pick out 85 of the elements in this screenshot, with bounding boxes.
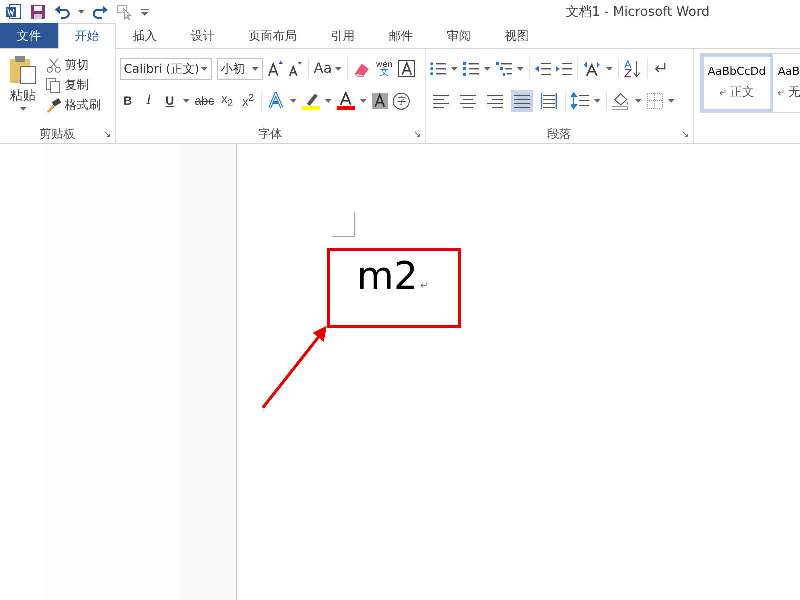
character-shading-icon[interactable] bbox=[372, 93, 388, 109]
caret-icon[interactable] bbox=[20, 107, 26, 111]
dialog-launcher-icon[interactable] bbox=[682, 131, 689, 138]
caret-icon[interactable] bbox=[201, 67, 208, 71]
ribbon-tab[interactable]: 审阅 bbox=[430, 23, 488, 48]
dialog-launcher-icon[interactable] bbox=[104, 131, 111, 138]
format-button[interactable]: B bbox=[120, 94, 136, 108]
paragraph-mark: ↵ bbox=[420, 281, 429, 292]
font-name-field[interactable]: Calibri (正文) bbox=[120, 58, 212, 80]
undo-icon[interactable] bbox=[54, 4, 70, 20]
multilevel-list-icon[interactable] bbox=[496, 61, 512, 77]
highlighter-icon[interactable] bbox=[302, 92, 320, 110]
ribbon-tab[interactable]: 邮件 bbox=[372, 23, 430, 48]
group-label: 剪贴板 bbox=[40, 126, 76, 142]
caret-icon[interactable] bbox=[78, 10, 85, 14]
cut-button[interactable]: 剪切 bbox=[46, 57, 101, 74]
caret-icon[interactable] bbox=[635, 99, 642, 103]
caret-icon[interactable] bbox=[517, 67, 524, 71]
text-effects-icon[interactable] bbox=[267, 92, 286, 110]
caret-icon[interactable] bbox=[183, 99, 190, 103]
sort-icon[interactable] bbox=[624, 60, 642, 78]
style-gallery-item[interactable]: AaB ↵ 无 bbox=[773, 54, 800, 112]
format-button[interactable]: abc bbox=[195, 94, 214, 108]
brush-icon bbox=[46, 98, 62, 114]
numbering-icon[interactable] bbox=[463, 61, 479, 77]
dialog-launcher-icon[interactable] bbox=[414, 131, 421, 138]
line-spacing-icon[interactable] bbox=[571, 92, 589, 110]
redo-icon[interactable] bbox=[93, 4, 109, 20]
decrease-indent-icon[interactable] bbox=[535, 61, 551, 77]
ribbon-tab[interactable]: 设计 bbox=[174, 23, 232, 48]
document-text: m2↵ bbox=[357, 254, 429, 298]
grow-font-icon[interactable] bbox=[268, 61, 284, 77]
caret-icon[interactable] bbox=[451, 67, 458, 71]
paste-button[interactable]: 粘贴 bbox=[4, 53, 42, 125]
paragraph-mark: ↵ bbox=[778, 89, 786, 99]
shrink-font-icon[interactable] bbox=[289, 61, 303, 77]
clipboard-icon bbox=[9, 55, 37, 85]
caret-icon[interactable] bbox=[325, 99, 332, 103]
style-name: 正文 bbox=[730, 85, 754, 99]
group-label: 字体 bbox=[258, 126, 282, 142]
font-size-field[interactable]: 小初 bbox=[217, 58, 263, 80]
scissors-icon bbox=[46, 58, 62, 74]
caret-icon[interactable] bbox=[335, 67, 342, 71]
caret-icon[interactable] bbox=[606, 67, 613, 71]
paragraph-mark: ↵ bbox=[720, 89, 728, 99]
save-icon[interactable] bbox=[30, 4, 46, 20]
margin-corner-mark bbox=[332, 212, 355, 237]
paint-bucket-icon[interactable] bbox=[612, 92, 630, 110]
style-name: 无 bbox=[788, 85, 800, 99]
group-label: 段落 bbox=[548, 126, 572, 142]
format-button[interactable]: x$^{2}$ bbox=[240, 93, 256, 109]
ribbon-tab[interactable]: 插入 bbox=[116, 23, 174, 48]
file-tab[interactable]: 文件 bbox=[0, 23, 58, 48]
format-button[interactable]: I bbox=[141, 93, 157, 109]
copy-button[interactable]: 复制 bbox=[46, 77, 101, 94]
customize-menu-icon[interactable] bbox=[141, 8, 149, 16]
style-gallery-item[interactable]: AaBbCcDd ↵ 正文 bbox=[701, 54, 773, 112]
borders-icon[interactable] bbox=[647, 93, 663, 109]
ribbon-tab[interactable]: 开始 bbox=[58, 23, 116, 49]
font-color-icon[interactable] bbox=[337, 92, 356, 110]
enclose-characters-button[interactable]: 字 bbox=[393, 92, 410, 110]
bullets-icon[interactable] bbox=[430, 61, 446, 77]
ribbon-tab[interactable]: 引用 bbox=[314, 23, 372, 48]
caret-icon[interactable] bbox=[252, 67, 259, 71]
align-distributed-button[interactable] bbox=[538, 90, 560, 112]
word-logo-icon[interactable] bbox=[6, 4, 22, 20]
ribbon-tab[interactable]: 视图 bbox=[488, 23, 546, 48]
format-button[interactable]: U bbox=[162, 94, 178, 108]
caret-icon[interactable] bbox=[360, 99, 368, 103]
caret-icon[interactable] bbox=[668, 99, 675, 103]
window-title: 文档1 - Microsoft Word bbox=[566, 4, 710, 21]
caret-icon[interactable] bbox=[290, 99, 298, 103]
caret-icon[interactable] bbox=[484, 67, 491, 71]
change-case-button[interactable]: Aa bbox=[314, 61, 342, 77]
character-border-icon[interactable] bbox=[398, 60, 416, 78]
align-justify-button[interactable] bbox=[511, 90, 533, 112]
phonetic-guide-button[interactable]: wén 文 bbox=[376, 60, 393, 78]
caret-icon[interactable] bbox=[594, 99, 601, 103]
format-painter-button[interactable]: 格式刷 bbox=[46, 97, 101, 114]
ribbon-tab[interactable]: 页面布局 bbox=[232, 23, 314, 48]
text-direction-icon[interactable] bbox=[583, 61, 601, 77]
format-button[interactable]: x$_{2}$ bbox=[219, 92, 236, 110]
copy-icon bbox=[46, 78, 62, 94]
increase-indent-icon[interactable] bbox=[556, 61, 572, 77]
pointer-icon[interactable] bbox=[117, 4, 133, 20]
